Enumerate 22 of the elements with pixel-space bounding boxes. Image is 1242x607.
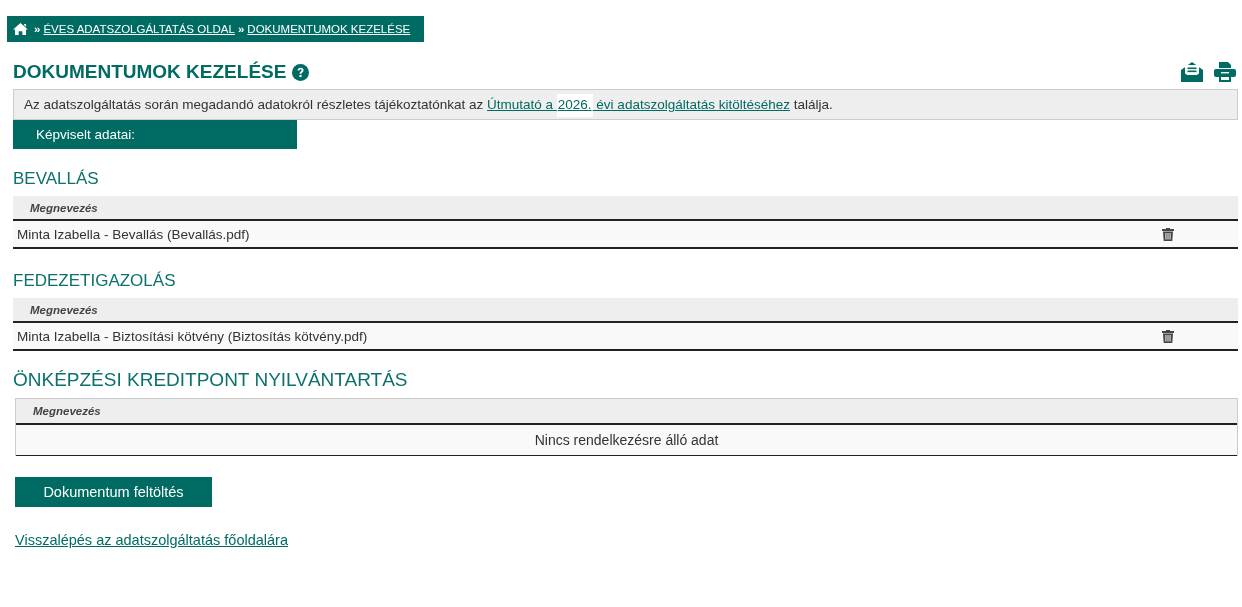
breadcrumb-separator: » [34,23,41,35]
empty-message: Nincs rendelkezésre álló adat [534,432,719,448]
section-title: BEVALLÁS [13,169,100,189]
section-title: ÖNKÉPZÉSI KREDITPONT NYILVÁNTARTÁS [13,369,409,391]
column-header: Megnevezés [30,201,98,214]
section-title: FEDEZETIGAZOLÁS [13,271,177,291]
table-cell-text: Minta Izabella - Bevallás (Bevallás.pdf) [17,226,251,242]
print-icon[interactable] [1214,62,1236,82]
trash-icon[interactable] [1162,329,1174,343]
trash-icon[interactable] [1162,227,1174,241]
page-title: DOKUMENTUMOK KEZELÉSE [13,61,287,83]
back-link[interactable]: Visszalépés az adatszolgáltatás főoldalára [15,532,288,548]
upload-button[interactable]: Dokumentum feltöltés [15,477,212,507]
column-header: Megnevezés [30,303,98,316]
home-icon[interactable] [13,23,28,35]
table-cell-text: Minta Izabella - Biztosítási kötvény (Biztosítás kötvény.pdf) [17,328,369,344]
breadcrumb-link[interactable]: ÉVES ADATSZOLGÁLTATÁS OLDAL [43,23,235,35]
help-icon[interactable] [292,63,310,81]
represented-data-header: Képviselt adatai: [13,120,297,149]
breadcrumb-link[interactable]: DOKUMENTUMOK KEZELÉSE [247,23,411,35]
breadcrumb-separator: » [237,23,245,35]
column-header: Megnevezés [33,405,101,417]
